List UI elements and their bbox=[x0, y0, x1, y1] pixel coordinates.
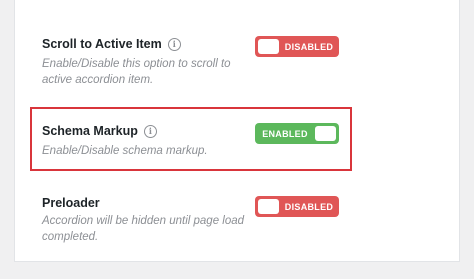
highlight-box bbox=[30, 107, 352, 171]
setting-label-preloader: Preloader bbox=[42, 196, 100, 210]
scroll-to-active-item-toggle[interactable]: DISABLED bbox=[255, 36, 339, 57]
info-icon[interactable]: i bbox=[167, 37, 181, 51]
preloader-toggle[interactable]: DISABLED bbox=[255, 196, 339, 217]
settings-panel: Scroll to Active Item i Enable/Disable t… bbox=[14, 0, 460, 262]
toggle-state-label: DISABLED bbox=[284, 201, 334, 212]
setting-label-text: Preloader bbox=[42, 196, 100, 210]
setting-description: Accordion will be hidden until page load… bbox=[42, 215, 245, 243]
toggle-knob bbox=[258, 39, 279, 54]
setting-label-scroll-to-active-item: Scroll to Active Item i bbox=[42, 37, 181, 51]
setting-label-text: Scroll to Active Item bbox=[42, 37, 162, 51]
setting-description: Enable/Disable this option to scroll to … bbox=[42, 58, 231, 86]
toggle-knob bbox=[258, 199, 279, 214]
toggle-state-label: DISABLED bbox=[284, 41, 334, 52]
